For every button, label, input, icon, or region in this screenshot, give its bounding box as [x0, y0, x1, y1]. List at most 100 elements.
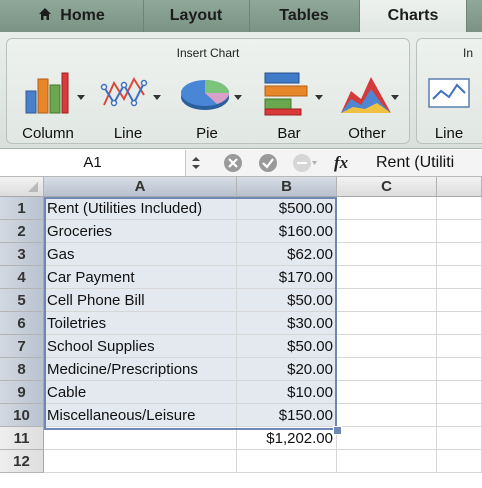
cell-c[interactable] [337, 220, 437, 243]
cell-b[interactable]: $62.00 [237, 243, 337, 266]
cell-d[interactable] [437, 312, 482, 335]
cell-a[interactable]: Gas [44, 243, 237, 266]
cell-b[interactable]: $50.00 [237, 289, 337, 312]
pie-label: Pie [196, 125, 218, 142]
line-chart-button[interactable]: Line [93, 69, 163, 147]
cell-d[interactable] [437, 450, 482, 473]
row-header[interactable]: 9 [0, 381, 44, 404]
cell-b[interactable]: $20.00 [237, 358, 337, 381]
cell-a[interactable]: Toiletries [44, 312, 237, 335]
column-header-b[interactable]: B [237, 177, 337, 197]
bar-chart-button[interactable]: Bar [251, 69, 327, 147]
cell-a[interactable]: Car Payment [44, 266, 237, 289]
tab-home-label: Home [60, 7, 105, 24]
cell-a[interactable]: Medicine/Prescriptions [44, 358, 237, 381]
pie-dropdown-arrow[interactable] [234, 95, 242, 100]
row-header[interactable]: 7 [0, 335, 44, 358]
formula-input[interactable]: Rent (Utiliti [376, 150, 454, 176]
row-header[interactable]: 1 [0, 197, 44, 220]
cell-c[interactable] [337, 381, 437, 404]
cell-c[interactable] [337, 335, 437, 358]
bar-chart-icon [264, 72, 308, 116]
cell-c[interactable] [337, 312, 437, 335]
other-dropdown-arrow[interactable] [391, 95, 399, 100]
name-box[interactable]: A1 [0, 150, 186, 176]
row-header[interactable]: 6 [0, 312, 44, 335]
row-header[interactable]: 2 [0, 220, 44, 243]
cell-a[interactable]: Cell Phone Bill [44, 289, 237, 312]
cell-d[interactable] [437, 358, 482, 381]
row-header[interactable]: 12 [0, 450, 44, 473]
column-header-d[interactable] [437, 177, 482, 197]
row-header[interactable]: 10 [0, 404, 44, 427]
cell-b[interactable]: $500.00 [237, 197, 337, 220]
cell-d[interactable] [437, 243, 482, 266]
cell-b[interactable]: $150.00 [237, 404, 337, 427]
tab-home[interactable]: Home [0, 0, 144, 32]
cell-b[interactable] [237, 450, 337, 473]
tab-tables[interactable]: Tables [249, 0, 360, 32]
cancel-icon[interactable] [223, 153, 243, 173]
cell-a[interactable] [44, 450, 237, 473]
cell-b[interactable]: $30.00 [237, 312, 337, 335]
cell-c[interactable] [337, 358, 437, 381]
cell-c[interactable] [337, 266, 437, 289]
line-chart-icon [100, 76, 148, 107]
cell-a[interactable]: Groceries [44, 220, 237, 243]
enter-icon[interactable] [258, 153, 278, 173]
sparklines-group: In Line [416, 38, 482, 144]
sparkline-icon [428, 78, 470, 108]
line-dropdown-arrow[interactable] [153, 95, 161, 100]
cell-a[interactable]: Cable [44, 381, 237, 404]
cell-a[interactable]: Miscellaneous/Leisure [44, 404, 237, 427]
column-header-a[interactable]: A [44, 177, 237, 197]
pie-chart-button[interactable]: Pie [171, 69, 243, 147]
row-header[interactable]: 11 [0, 427, 44, 450]
cell-c[interactable] [337, 289, 437, 312]
pie-chart-icon [181, 80, 229, 110]
cell-d[interactable] [437, 404, 482, 427]
cell-b[interactable]: $1,202.00 [237, 427, 337, 450]
cell-a[interactable]: Rent (Utilities Included) [44, 197, 237, 220]
cell-d[interactable] [437, 220, 482, 243]
cell-c[interactable] [337, 243, 437, 266]
other-chart-button[interactable]: Other [329, 69, 405, 147]
bar-dropdown-arrow[interactable] [315, 95, 323, 100]
formula-bar: A1 fx Rent (Utiliti [0, 150, 482, 177]
fx-label[interactable]: fx [334, 150, 348, 176]
cell-d[interactable] [437, 381, 482, 404]
cell-d[interactable] [437, 289, 482, 312]
cell-d[interactable] [437, 335, 482, 358]
cell-a[interactable]: School Supplies [44, 335, 237, 358]
column-header-c[interactable]: C [337, 177, 437, 197]
row-header[interactable]: 5 [0, 289, 44, 312]
cell-d[interactable] [437, 266, 482, 289]
cell-c[interactable] [337, 197, 437, 220]
fill-handle[interactable] [333, 426, 342, 435]
cell-a[interactable] [44, 427, 237, 450]
function-dropdown-icon[interactable] [292, 153, 318, 173]
row-header[interactable]: 4 [0, 266, 44, 289]
row-header[interactable]: 3 [0, 243, 44, 266]
cell-b[interactable]: $50.00 [237, 335, 337, 358]
cell-d[interactable] [437, 427, 482, 450]
cell-b[interactable]: $170.00 [237, 266, 337, 289]
row-header[interactable]: 8 [0, 358, 44, 381]
column-chart-button[interactable]: Column [11, 69, 85, 147]
tab-layout[interactable]: Layout [143, 0, 250, 32]
sparkline-line-button[interactable]: Line [421, 69, 477, 147]
cell-c[interactable] [337, 427, 437, 450]
name-box-stepper-icon[interactable] [190, 155, 202, 171]
cell-c[interactable] [337, 450, 437, 473]
column-chart-icon [25, 72, 69, 114]
other-chart-icon [341, 77, 391, 113]
tab-charts[interactable]: Charts [359, 0, 467, 33]
insert-chart-group: Insert Chart Column Line Pie Bar Other [6, 38, 410, 144]
sparkline-label: Line [434, 125, 464, 142]
cell-b[interactable]: $10.00 [237, 381, 337, 404]
cell-c[interactable] [337, 404, 437, 427]
column-dropdown-arrow[interactable] [77, 95, 85, 100]
select-all-corner[interactable] [0, 177, 44, 197]
cell-b[interactable]: $160.00 [237, 220, 337, 243]
cell-d[interactable] [437, 197, 482, 220]
